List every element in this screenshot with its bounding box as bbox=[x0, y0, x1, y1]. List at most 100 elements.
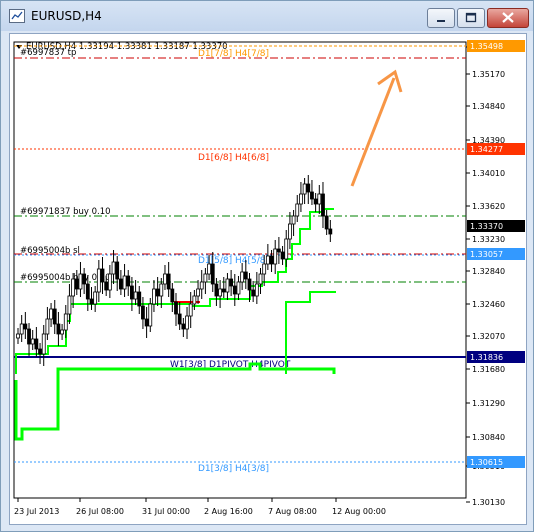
candle bbox=[174, 293, 178, 326]
candle bbox=[299, 182, 303, 212]
candle bbox=[166, 262, 171, 297]
candle bbox=[100, 257, 105, 294]
candle bbox=[221, 277, 226, 298]
time-tick-label: 31 Jul 00:00 bbox=[142, 507, 190, 516]
support-trend-lower bbox=[14, 362, 336, 441]
price-tick-label: 1.31290 bbox=[472, 399, 505, 408]
candle bbox=[45, 307, 50, 340]
candle bbox=[236, 276, 241, 300]
candle bbox=[126, 270, 131, 296]
candle bbox=[89, 287, 94, 310]
time-tick-label: 2 Aug 16:00 bbox=[204, 507, 253, 516]
candle bbox=[188, 292, 193, 328]
order-label-tp: #6997837 tp bbox=[20, 48, 76, 58]
candle bbox=[306, 175, 311, 204]
price-badge: 1.33370 bbox=[467, 220, 525, 232]
title-bar[interactable]: EURUSD,H4 bbox=[1, 1, 533, 31]
order-label-sl: #6995004b sl bbox=[20, 246, 80, 256]
level-label-6-8: D1[6/8] H4[6/8] bbox=[198, 153, 269, 163]
candle bbox=[16, 328, 20, 344]
candle bbox=[288, 212, 292, 249]
order-label-buy: #69971837 buy 0.10 bbox=[20, 207, 111, 217]
candle bbox=[229, 270, 234, 296]
candle bbox=[27, 323, 31, 356]
price-tick-label: 1.33620 bbox=[472, 202, 505, 211]
chart-app-icon bbox=[9, 9, 25, 23]
candle bbox=[155, 277, 160, 306]
window-title: EURUSD,H4 bbox=[31, 9, 102, 23]
trend-arrow-icon bbox=[350, 69, 403, 187]
candle bbox=[302, 178, 307, 204]
candle bbox=[49, 303, 53, 327]
candle bbox=[60, 324, 64, 340]
candle bbox=[317, 185, 322, 214]
candle bbox=[177, 302, 182, 330]
time-tick-label: 23 Jul 2013 bbox=[14, 507, 59, 516]
minimize-button[interactable] bbox=[427, 8, 455, 28]
price-tick-label: 1.33230 bbox=[472, 235, 505, 244]
candle bbox=[254, 272, 259, 304]
maximize-button[interactable] bbox=[457, 8, 485, 28]
candle bbox=[96, 260, 101, 302]
candle bbox=[310, 180, 314, 205]
candle bbox=[295, 195, 300, 222]
price-badge: 1.35498 bbox=[467, 40, 525, 52]
chart-canvas[interactable]: EURUSD,H4 1.33194 1.33381 1.33187 1.3337… bbox=[10, 34, 526, 524]
candle bbox=[181, 318, 186, 337]
price-tick-label: 1.34010 bbox=[472, 169, 505, 178]
candle bbox=[170, 283, 175, 312]
candle bbox=[152, 280, 156, 312]
candle bbox=[324, 210, 329, 235]
candle bbox=[313, 193, 318, 212]
price-badge: 1.34277 bbox=[467, 143, 525, 155]
candle bbox=[251, 281, 256, 302]
candle bbox=[321, 182, 325, 228]
price-tick-label: 1.32070 bbox=[472, 332, 505, 341]
candlestick-series bbox=[16, 175, 333, 366]
candle bbox=[185, 307, 189, 339]
price-tick-label: 1.30840 bbox=[472, 433, 505, 442]
time-axis: 23 Jul 2013 26 Jul 08:00 31 Jul 00:00 2 Aug… bbox=[14, 498, 386, 516]
candle bbox=[269, 250, 274, 272]
support-trend-mid bbox=[285, 291, 336, 374]
candle bbox=[93, 286, 98, 312]
candle bbox=[280, 246, 285, 265]
price-badge-label: 1.34277 bbox=[470, 145, 503, 154]
price-tick-label: 1.32840 bbox=[472, 267, 505, 276]
candle bbox=[56, 312, 61, 346]
candle bbox=[141, 297, 145, 329]
candle bbox=[240, 263, 245, 290]
close-button[interactable] bbox=[487, 8, 529, 28]
candle bbox=[276, 237, 281, 264]
price-badge: 1.30615 bbox=[467, 456, 525, 468]
price-tick-label: 1.34840 bbox=[472, 102, 505, 111]
candle bbox=[199, 270, 204, 299]
candle bbox=[107, 265, 112, 298]
level-label-3-8: D1[3/8] H4[3/8] bbox=[198, 464, 269, 474]
price-tick-label: 1.30130 bbox=[472, 498, 505, 507]
candle bbox=[34, 327, 39, 357]
price-badge: 1.31836 bbox=[467, 351, 525, 363]
candle bbox=[23, 312, 28, 339]
candle bbox=[273, 240, 278, 274]
price-axis: 1.355601.351701.348401.343901.340101.336… bbox=[466, 43, 505, 507]
price-tick-label: 1.32460 bbox=[472, 300, 505, 309]
price-badge-label: 1.31836 bbox=[470, 353, 503, 362]
price-tick-label: 1.31680 bbox=[472, 365, 505, 374]
candle bbox=[196, 280, 200, 304]
price-badge-label: 1.33370 bbox=[470, 222, 503, 231]
candle bbox=[38, 343, 42, 364]
candle bbox=[137, 286, 142, 314]
price-badge-label: 1.35498 bbox=[470, 42, 503, 51]
price-chart[interactable]: EURUSD,H4 1.33194 1.33381 1.33187 1.3337… bbox=[9, 33, 527, 525]
price-badge-label: 1.33057 bbox=[470, 250, 503, 259]
candle bbox=[144, 307, 149, 338]
candle bbox=[30, 330, 35, 350]
candle bbox=[41, 325, 46, 366]
time-tick-label: 26 Jul 08:00 bbox=[76, 507, 124, 516]
candle bbox=[52, 300, 57, 334]
price-badge-label: 1.30615 bbox=[470, 458, 503, 467]
time-tick-label: 12 Aug 00:00 bbox=[332, 507, 386, 516]
candle bbox=[265, 244, 270, 270]
candle bbox=[203, 268, 208, 294]
